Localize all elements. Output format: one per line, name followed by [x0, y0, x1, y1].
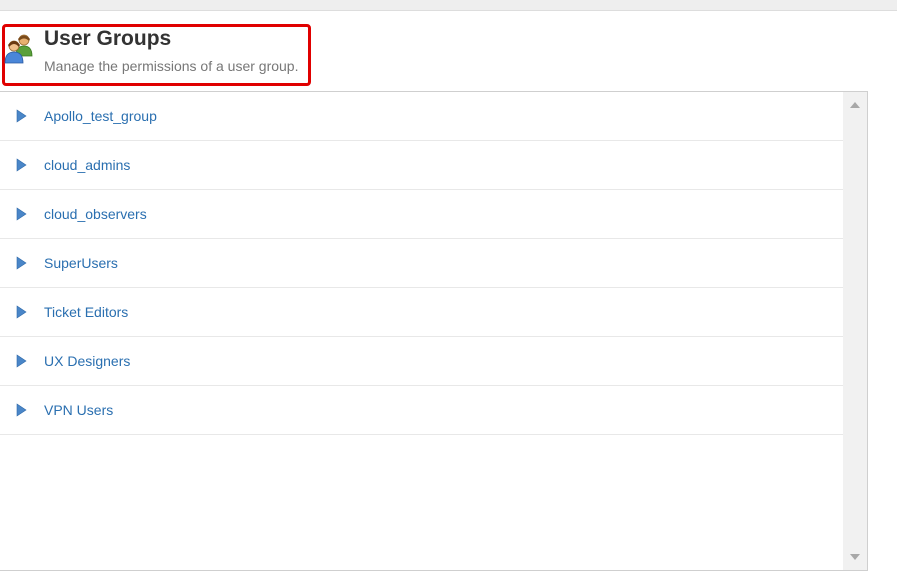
list-item[interactable]: cloud_observers — [0, 190, 843, 239]
user-group-icon — [4, 34, 33, 64]
expand-arrow-icon[interactable] — [15, 207, 27, 221]
expand-arrow-icon[interactable] — [15, 158, 27, 172]
expand-arrow-icon[interactable] — [15, 403, 27, 417]
expand-arrow-icon[interactable] — [15, 256, 27, 270]
page-header: User Groups Manage the permissions of a … — [0, 24, 320, 86]
list-item[interactable]: Apollo_test_group — [0, 92, 843, 141]
group-name-link[interactable]: Apollo_test_group — [44, 108, 157, 124]
page-title: User Groups — [44, 27, 172, 50]
group-name-link[interactable]: cloud_admins — [44, 157, 130, 173]
expand-arrow-icon[interactable] — [15, 109, 27, 123]
list-item[interactable]: SuperUsers — [0, 239, 843, 288]
list-item[interactable]: VPN Users — [0, 386, 843, 435]
user-group-list: Apollo_test_group cloud_admins cloud_obser… — [0, 92, 843, 435]
group-name-link[interactable]: UX Designers — [44, 353, 130, 369]
list-item[interactable]: UX Designers — [0, 337, 843, 386]
top-toolbar-strip — [0, 0, 897, 11]
page-subtitle: Manage the permissions of a user group. — [44, 58, 299, 74]
scroll-up-icon[interactable] — [850, 102, 860, 108]
vertical-scrollbar[interactable] — [843, 92, 867, 570]
list-item[interactable]: Ticket Editors — [0, 288, 843, 337]
scroll-down-icon[interactable] — [850, 554, 860, 560]
expand-arrow-icon[interactable] — [15, 305, 27, 319]
user-group-list-panel: Apollo_test_group cloud_admins cloud_obser… — [0, 91, 868, 571]
group-name-link[interactable]: cloud_observers — [44, 206, 147, 222]
group-name-link[interactable]: Ticket Editors — [44, 304, 128, 320]
expand-arrow-icon[interactable] — [15, 354, 27, 368]
group-name-link[interactable]: VPN Users — [44, 402, 113, 418]
group-name-link[interactable]: SuperUsers — [44, 255, 118, 271]
list-item[interactable]: cloud_admins — [0, 141, 843, 190]
